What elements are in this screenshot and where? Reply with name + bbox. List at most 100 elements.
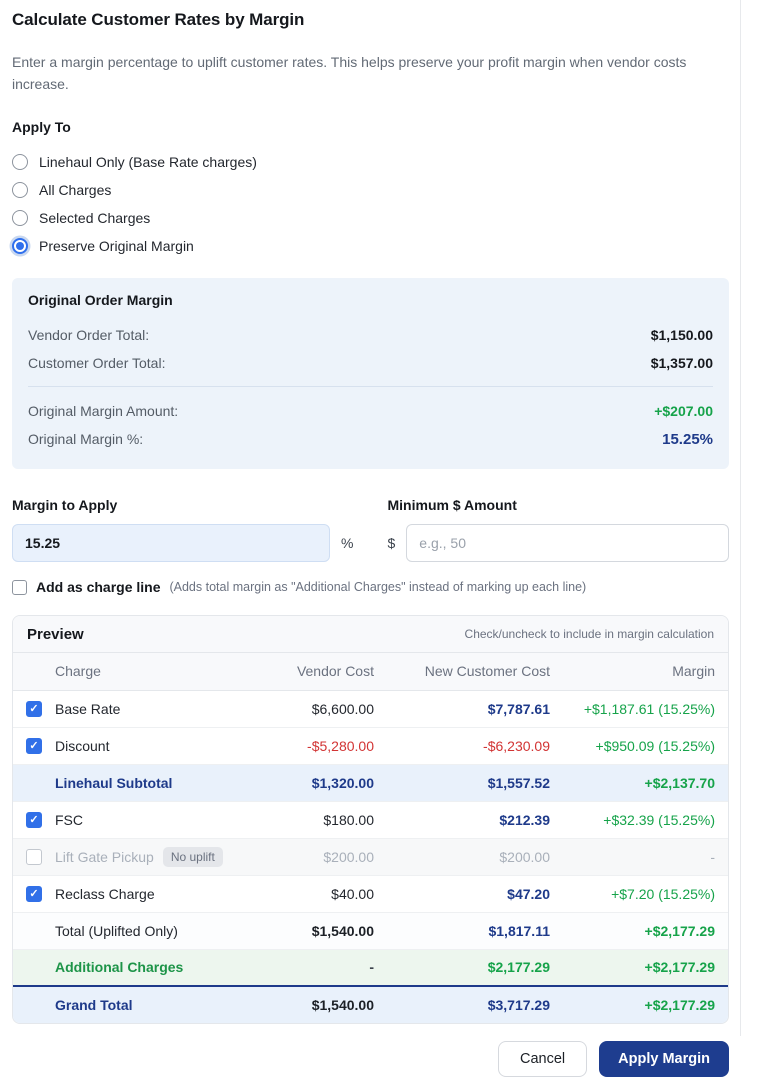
- minimum-amount-field: Minimum $ Amount $: [388, 497, 730, 562]
- preview-table-body: ✓ Base Rate $6,600.00$7,787.61+$1,187.61 (…: [13, 690, 728, 1023]
- charge-name-cell: Linehaul Subtotal: [55, 764, 244, 801]
- new-customer-cost: $2,177.29: [374, 949, 550, 986]
- checkbox-cell: ✓: [13, 727, 55, 764]
- vendor-cost: $1,320.00: [244, 764, 374, 801]
- charge-name-cell: Additional Charges: [55, 949, 244, 986]
- radio-option-all-charges[interactable]: All Charges: [12, 176, 729, 204]
- charge-name: FSC: [55, 812, 83, 828]
- radio-option-preserve-original-margin[interactable]: Preserve Original Margin: [12, 232, 729, 260]
- margin-dialog: Calculate Customer Rates by Margin Enter…: [0, 0, 757, 1077]
- original-margin-box: Original Order Margin Vendor Order Total…: [12, 278, 729, 469]
- charge-name-cell: Grand Total: [55, 986, 244, 1023]
- checkbox-cell: ✓: [13, 875, 55, 912]
- vendor-cost: $1,540.00: [244, 986, 374, 1023]
- table-row-additional-charges: Additional Charges -$2,177.29+$2,177.29: [13, 949, 728, 986]
- percent-suffix: %: [341, 535, 353, 551]
- table-row-total-uplifted-only: Total (Uplifted Only)$1,540.00$1,817.11+…: [13, 912, 728, 949]
- charge-name: Base Rate: [55, 701, 120, 717]
- table-row-linehaul-subtotal: Linehaul Subtotal$1,320.00$1,557.52+$2,1…: [13, 764, 728, 801]
- col-margin: Margin: [550, 653, 728, 690]
- margin-box-row-value: $1,357.00: [651, 355, 713, 371]
- cancel-button[interactable]: Cancel: [498, 1041, 587, 1077]
- new-customer-cost: $212.39: [374, 801, 550, 838]
- preview-table: Charge Vendor Cost New Customer Cost Mar…: [13, 653, 728, 1023]
- margin-value: +$950.09 (15.25%): [550, 727, 728, 764]
- vendor-cost: -: [244, 949, 374, 986]
- radio-option-selected-charges[interactable]: Selected Charges: [12, 204, 729, 232]
- margin-box-row-label: Original Margin Amount:: [28, 403, 178, 419]
- margin-box-summary-rows: Original Margin Amount: +$207.00 Origina…: [28, 397, 713, 453]
- row-checkbox-reclass-charge[interactable]: ✓: [26, 886, 42, 902]
- margin-value: +$2,177.29: [550, 949, 728, 986]
- margin-value: +$2,137.70: [550, 764, 728, 801]
- row-checkbox-lift-gate-pickup[interactable]: [26, 849, 42, 865]
- apply-margin-button[interactable]: Apply Margin: [599, 1041, 729, 1077]
- vendor-cost: $6,600.00: [244, 690, 374, 727]
- table-row-discount: ✓Discount-$5,280.00-$6,230.09+$950.09 (1…: [13, 727, 728, 764]
- new-customer-cost: $1,817.11: [374, 912, 550, 949]
- charge-name: Additional Charges: [55, 959, 183, 975]
- new-customer-cost: $200.00: [374, 838, 550, 875]
- charge-name: Linehaul Subtotal: [55, 775, 172, 791]
- table-row-reclass-charge: ✓ Reclass Charge $40.00$47.20+$7.20 (15.25…: [13, 875, 728, 912]
- charge-name-cell: Reclass Charge: [55, 875, 244, 912]
- checkbox-cell: [13, 912, 55, 949]
- margin-box-divider: [28, 386, 713, 387]
- vendor-cost: $1,540.00: [244, 912, 374, 949]
- margin-box-row-label: Original Margin %:: [28, 431, 143, 447]
- preview-title: Preview: [27, 626, 84, 643]
- checkbox-cell: [13, 949, 55, 986]
- charge-name-cell: Base Rate: [55, 690, 244, 727]
- margin-box-row: Vendor Order Total: $1,150.00: [28, 321, 713, 349]
- radio-icon: [12, 238, 28, 254]
- scroll-gutter-divider: [740, 0, 741, 1036]
- radio-label: Linehaul Only (Base Rate charges): [39, 154, 257, 170]
- vendor-cost: $180.00: [244, 801, 374, 838]
- col-checkbox: [13, 653, 55, 690]
- charge-name: Discount: [55, 738, 109, 754]
- row-checkbox-fsc[interactable]: ✓: [26, 812, 42, 828]
- col-new-customer-cost: New Customer Cost: [374, 653, 550, 690]
- radio-option-linehaul-only-base-rate-charges[interactable]: Linehaul Only (Base Rate charges): [12, 148, 729, 176]
- add-as-charge-line-checkbox[interactable]: [12, 580, 27, 595]
- apply-to-group: Linehaul Only (Base Rate charges) All Ch…: [12, 148, 729, 260]
- radio-label: All Charges: [39, 182, 111, 198]
- checkbox-cell: [13, 986, 55, 1023]
- new-customer-cost: $7,787.61: [374, 690, 550, 727]
- apply-to-label: Apply To: [12, 119, 729, 135]
- margin-value: +$1,187.61 (15.25%): [550, 690, 728, 727]
- charge-name-cell: Discount: [55, 727, 244, 764]
- vendor-cost: $40.00: [244, 875, 374, 912]
- margin-box-row-value: 15.25%: [662, 431, 713, 448]
- new-customer-cost: -$6,230.09: [374, 727, 550, 764]
- minimum-amount-input[interactable]: [406, 524, 729, 562]
- vendor-cost: $200.00: [244, 838, 374, 875]
- radio-icon: [12, 182, 28, 198]
- charge-name: Reclass Charge: [55, 886, 155, 902]
- table-row-grand-total: Grand Total$1,540.00$3,717.29+$2,177.29: [13, 986, 728, 1023]
- margin-box-row: Customer Order Total: $1,357.00: [28, 349, 713, 377]
- checkbox-cell: [13, 838, 55, 875]
- margin-to-apply-input[interactable]: [12, 524, 330, 562]
- add-as-charge-line-hint: (Adds total margin as "Additional Charge…: [169, 580, 586, 594]
- radio-label: Selected Charges: [39, 210, 150, 226]
- margin-value: +$2,177.29: [550, 986, 728, 1023]
- charge-name: Lift Gate Pickup: [55, 849, 154, 865]
- add-as-charge-line-label: Add as charge line: [36, 579, 160, 595]
- charge-name-cell: Lift Gate Pickup No uplift: [55, 838, 244, 875]
- margin-box-row-label: Customer Order Total:: [28, 355, 165, 371]
- margin-box-row: Original Margin Amount: +$207.00: [28, 397, 713, 425]
- preview-hint: Check/uncheck to include in margin calcu…: [465, 627, 714, 641]
- margin-value: +$7.20 (15.25%): [550, 875, 728, 912]
- table-row-fsc: ✓FSC$180.00$212.39+$32.39 (15.25%): [13, 801, 728, 838]
- new-customer-cost: $47.20: [374, 875, 550, 912]
- checkbox-cell: [13, 764, 55, 801]
- margin-box-row-label: Vendor Order Total:: [28, 327, 149, 343]
- no-uplift-badge: No uplift: [163, 847, 223, 867]
- dialog-description: Enter a margin percentage to uplift cust…: [12, 51, 712, 95]
- new-customer-cost: $3,717.29: [374, 986, 550, 1023]
- row-checkbox-base-rate[interactable]: ✓: [26, 701, 42, 717]
- minimum-amount-label: Minimum $ Amount: [388, 497, 730, 513]
- charge-name: Total (Uplifted Only): [55, 923, 178, 939]
- row-checkbox-discount[interactable]: ✓: [26, 738, 42, 754]
